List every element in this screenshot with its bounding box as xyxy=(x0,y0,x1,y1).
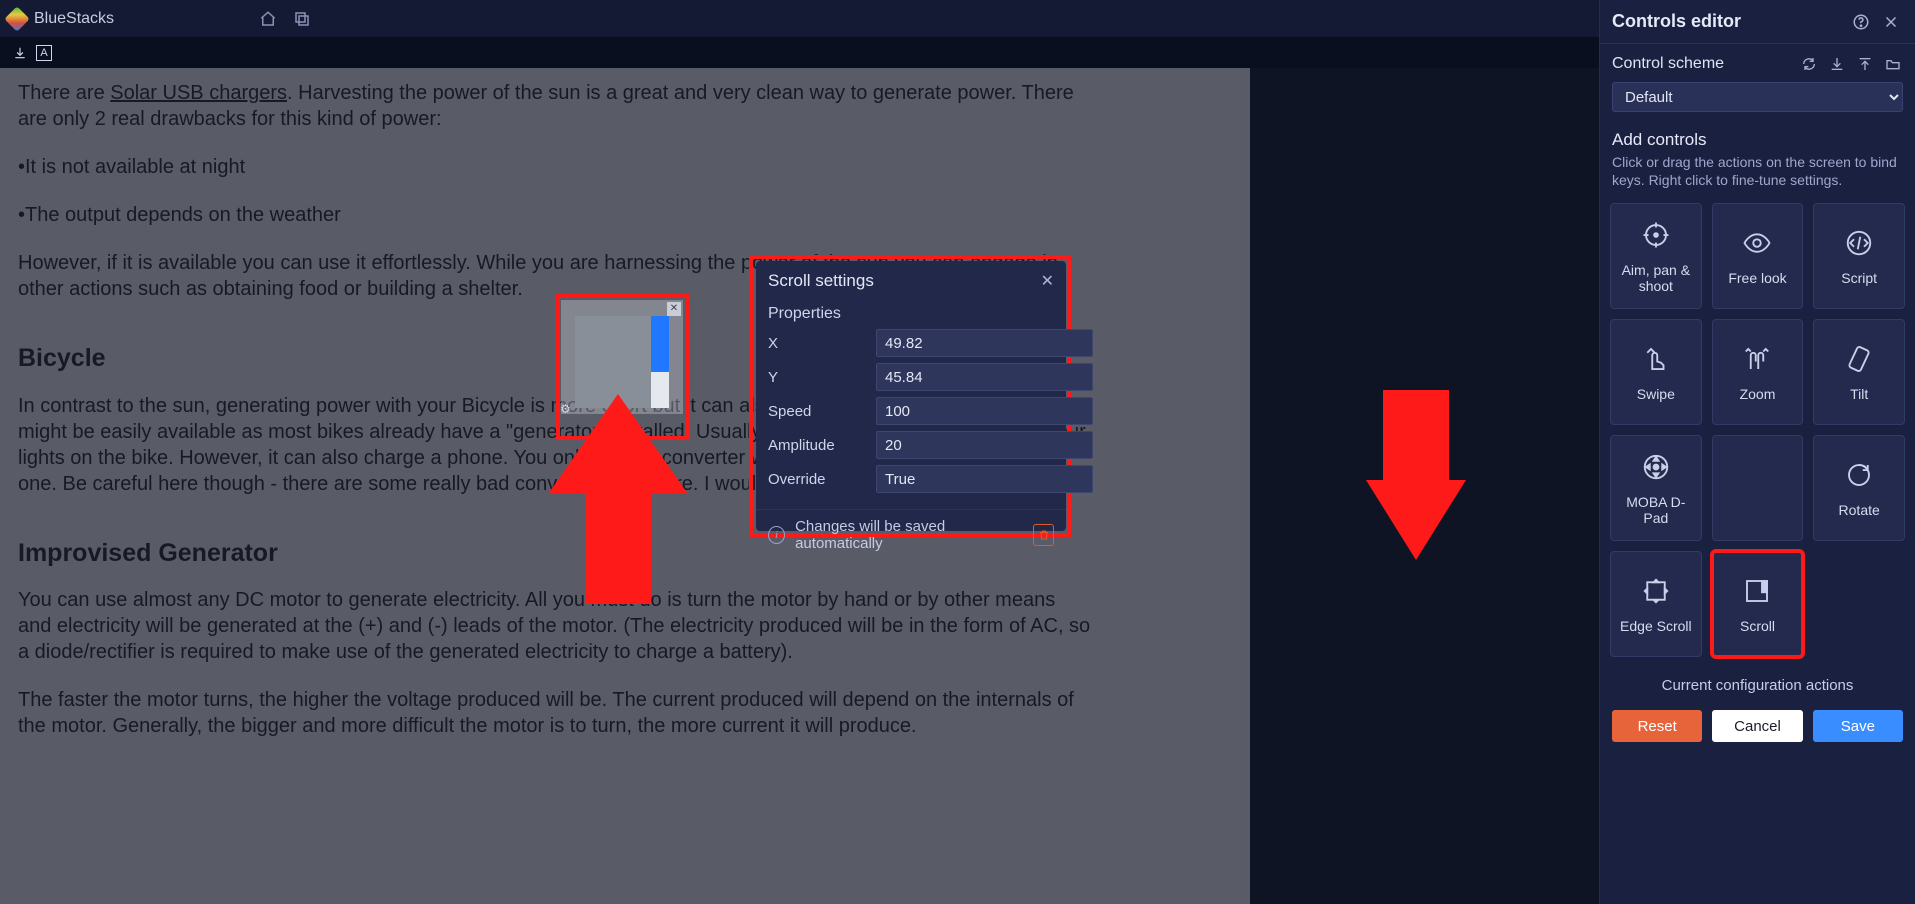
y-label: Y xyxy=(768,369,876,386)
control-scroll[interactable]: Scroll xyxy=(1712,551,1804,657)
annotation-arrow-down xyxy=(1366,390,1466,560)
sidebar-title: Controls editor xyxy=(1612,11,1741,32)
save-button[interactable]: Save xyxy=(1813,710,1903,742)
crosshair-icon xyxy=(1639,218,1673,252)
dpad-icon xyxy=(1639,450,1673,484)
home-icon[interactable] xyxy=(254,5,282,33)
swipe-icon xyxy=(1639,342,1673,376)
config-actions-label: Current configuration actions xyxy=(1600,677,1915,694)
override-label: Override xyxy=(768,471,876,488)
control-free-look[interactable]: Free look xyxy=(1712,203,1804,309)
download-icon[interactable] xyxy=(10,43,30,63)
panel-title: Scroll settings xyxy=(768,271,874,291)
folder-icon[interactable] xyxy=(1883,54,1903,74)
controls-editor-sidebar: Controls editor Control scheme Default A… xyxy=(1599,0,1915,904)
rotate-icon xyxy=(1842,458,1876,492)
edge-scroll-icon xyxy=(1639,574,1673,608)
scroll-icon xyxy=(1740,574,1774,608)
bullet: •The output depends on the weather xyxy=(18,202,1092,228)
add-controls-hint: Click or drag the actions on the screen … xyxy=(1612,154,1903,189)
amplitude-input[interactable] xyxy=(876,431,1093,459)
sync-icon[interactable] xyxy=(1799,54,1819,74)
control-icon xyxy=(1740,466,1774,500)
reset-button[interactable]: Reset xyxy=(1612,710,1702,742)
export-icon[interactable] xyxy=(1855,54,1875,74)
amplitude-label: Amplitude xyxy=(768,437,876,454)
text-tool-icon[interactable]: A xyxy=(36,45,52,61)
add-controls-section: Add controls Click or drag the actions o… xyxy=(1600,118,1915,195)
speed-label: Speed xyxy=(768,403,876,420)
sidebar-titlebar: Controls editor xyxy=(1600,0,1915,44)
delete-icon[interactable] xyxy=(1033,524,1054,546)
control-scheme-label: Control scheme xyxy=(1612,55,1724,73)
scroll-control-widget[interactable]: ✕ ⚙ xyxy=(561,300,683,414)
x-label: X xyxy=(768,335,876,352)
control-tilt[interactable]: Tilt xyxy=(1813,319,1905,425)
add-controls-header: Add controls xyxy=(1612,130,1903,150)
paragraph: You can use almost any DC motor to gener… xyxy=(18,587,1092,665)
eye-icon xyxy=(1740,226,1774,260)
zoom-icon xyxy=(1740,342,1774,376)
scroll-widget-close-icon[interactable]: ✕ xyxy=(667,302,681,316)
y-input[interactable] xyxy=(876,363,1093,391)
control-zoom[interactable]: Zoom xyxy=(1712,319,1804,425)
solar-chargers-link[interactable]: Solar USB chargers xyxy=(110,82,287,104)
copy-icon[interactable] xyxy=(288,5,316,33)
properties-label: Properties xyxy=(768,305,1054,323)
scroll-settings-panel: Scroll settings ✕ Properties X Y Speed A… xyxy=(756,261,1066,531)
app-name: BlueStacks xyxy=(34,10,114,28)
close-icon[interactable]: ✕ xyxy=(1041,271,1054,291)
override-input[interactable] xyxy=(876,465,1093,493)
controls-grid: Aim, pan & shoot Free look Script Swipe … xyxy=(1600,195,1915,665)
control-swipe[interactable]: Swipe xyxy=(1610,319,1702,425)
control-hidden[interactable] xyxy=(1712,435,1804,541)
tilt-icon xyxy=(1842,342,1876,376)
control-rotate[interactable]: Rotate xyxy=(1813,435,1905,541)
script-icon xyxy=(1842,226,1876,260)
bullet: •It is not available at night xyxy=(18,154,1092,180)
info-icon: i xyxy=(768,526,785,544)
paragraph: There are Solar USB chargers. Harvesting… xyxy=(18,80,1092,132)
control-scheme-section: Control scheme Default xyxy=(1600,44,1915,118)
autosave-message: Changes will be saved automatically xyxy=(795,518,1023,552)
cancel-button[interactable]: Cancel xyxy=(1712,710,1802,742)
control-moba-dpad[interactable]: MOBA D-Pad xyxy=(1610,435,1702,541)
button-row: Reset Cancel Save xyxy=(1600,694,1915,742)
speed-input[interactable] xyxy=(876,397,1093,425)
import-icon[interactable] xyxy=(1827,54,1847,74)
control-edge-scroll[interactable]: Edge Scroll xyxy=(1610,551,1702,657)
control-aim-pan-shoot[interactable]: Aim, pan & shoot xyxy=(1610,203,1702,309)
control-script[interactable]: Script xyxy=(1813,203,1905,309)
bluestacks-logo-icon xyxy=(4,6,29,31)
scheme-select[interactable]: Default xyxy=(1612,82,1903,112)
scroll-widget-gear-icon[interactable]: ⚙ xyxy=(560,402,576,418)
help-icon[interactable] xyxy=(1849,0,1873,44)
x-input[interactable] xyxy=(876,329,1093,357)
paragraph: The faster the motor turns, the higher t… xyxy=(18,687,1092,739)
scroll-widget-handle[interactable] xyxy=(651,316,669,372)
close-icon[interactable] xyxy=(1879,0,1903,44)
